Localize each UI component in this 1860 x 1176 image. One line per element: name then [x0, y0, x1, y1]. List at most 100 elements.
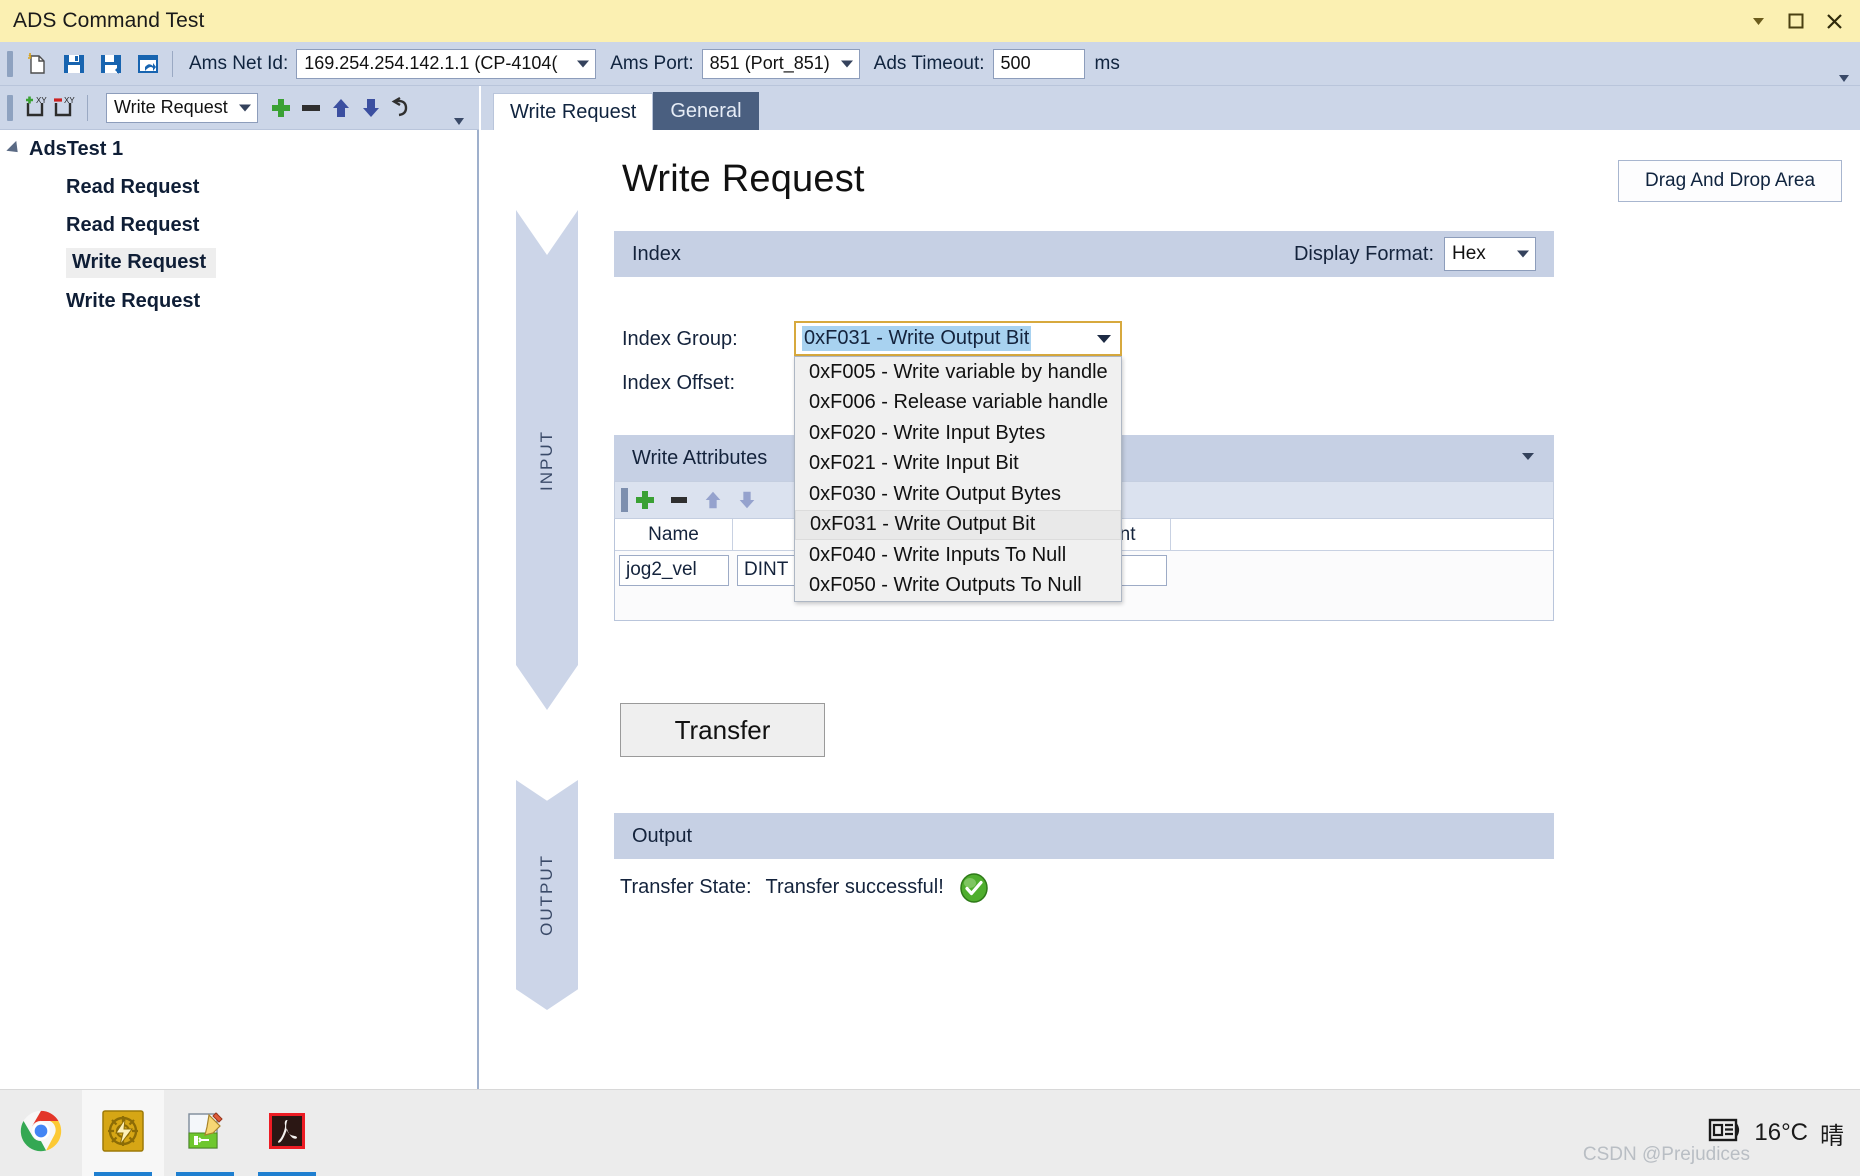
ams-net-id-label: Ams Net Id:: [189, 52, 289, 74]
dropdown-option-0xF031[interactable]: 0xF031 - Write Output Bit: [795, 509, 1121, 540]
move-up-button[interactable]: [326, 93, 356, 123]
dropdown-option-label: 0xF020 - Write Input Bytes: [809, 421, 1046, 444]
input-flow-marker: INPUT: [516, 210, 578, 710]
tree-item-label: Write Request: [66, 289, 201, 312]
chevron-down-icon: [1517, 250, 1529, 258]
save-as-icon[interactable]: [97, 50, 125, 78]
add-request-icon[interactable]: XY: [21, 94, 49, 122]
taskbar: 16°C 晴 CSDN @Prejudices: [0, 1089, 1860, 1176]
page-title: Write Request: [622, 158, 865, 200]
display-format-value: Hex: [1452, 243, 1486, 264]
drag-and-drop-area[interactable]: Drag And Drop Area: [1618, 160, 1842, 202]
file-actions: [13, 50, 162, 78]
weather-temperature[interactable]: 16°C: [1754, 1119, 1808, 1147]
save-icon[interactable]: [60, 50, 88, 78]
tree-item-read-request-2[interactable]: Read Request: [0, 206, 477, 244]
dropdown-option-0xF021[interactable]: 0xF021 - Write Input Bit: [795, 449, 1121, 480]
twincat-icon: [101, 1109, 145, 1158]
tree-root-label: AdsTest 1: [29, 137, 124, 160]
move-attribute-up-button[interactable]: [696, 485, 730, 515]
undo-button[interactable]: [386, 93, 416, 123]
ams-net-id-value: 169.254.254.142.1.1 (CP-4104(: [304, 53, 558, 73]
weather-condition[interactable]: 晴: [1820, 1116, 1844, 1151]
svg-text:XY: XY: [64, 96, 75, 105]
success-check-icon: [958, 872, 988, 903]
ams-net-id-combo[interactable]: 169.254.254.142.1.1 (CP-4104(: [296, 48, 597, 79]
index-section-title: Index: [632, 242, 681, 265]
taskbar-chrome[interactable]: [0, 1090, 82, 1176]
tab-strip: Write Request General: [481, 86, 1860, 131]
load-icon[interactable]: [134, 50, 162, 78]
taskbar-twincat[interactable]: [82, 1089, 164, 1176]
tree-root-node[interactable]: AdsTest 1: [0, 130, 477, 168]
dropdown-option-label: 0xF006 - Release variable handle: [809, 391, 1109, 414]
ads-timeout-input[interactable]: 500: [992, 48, 1085, 79]
notepad-editor-icon: [183, 1109, 227, 1158]
expand-collapse-icon[interactable]: [6, 140, 23, 158]
chevron-down-icon: [239, 104, 251, 111]
drag-and-drop-label: Drag And Drop Area: [1644, 170, 1816, 191]
chevron-down-icon: [577, 60, 590, 67]
grid-toolbar-grip[interactable]: [621, 488, 628, 512]
grid-header-extra: [1171, 519, 1553, 550]
request-type-value: Write Request: [114, 97, 228, 117]
transfer-state-row: Transfer State: Transfer successful!: [620, 872, 988, 903]
close-icon[interactable]: [1825, 12, 1844, 31]
add-button[interactable]: [266, 93, 296, 123]
tab-write-request[interactable]: Write Request: [493, 93, 654, 131]
dropdown-option-0xF040[interactable]: 0xF040 - Write Inputs To Null: [795, 540, 1121, 571]
window-title: ADS Command Test: [13, 9, 205, 32]
taskbar-acrobat[interactable]: [246, 1090, 328, 1176]
index-group-dropdown[interactable]: 0xF005 - Write variable by handle 0xF006…: [794, 356, 1122, 602]
remove-button[interactable]: [296, 93, 326, 123]
tree-item-label: Write Request: [66, 248, 217, 278]
grid-cell-name[interactable]: jog2_vel: [615, 554, 733, 586]
dropdown-option-0xF020[interactable]: 0xF020 - Write Input Bytes: [795, 418, 1121, 449]
tab-label: General: [670, 99, 742, 122]
remove-request-icon[interactable]: XY: [49, 94, 77, 122]
ads-timeout-value: 500: [1000, 53, 1031, 73]
display-format-combo[interactable]: Hex: [1444, 237, 1536, 271]
remove-attribute-button[interactable]: [662, 485, 696, 515]
title-bar: ADS Command Test: [0, 0, 1860, 42]
ads-timeout-unit: ms: [1094, 52, 1120, 74]
write-request-form: Write Request Drag And Drop Area INPUT O…: [481, 130, 1860, 1089]
move-down-button[interactable]: [356, 93, 386, 123]
add-attribute-button[interactable]: [628, 485, 662, 515]
transfer-button[interactable]: Transfer: [620, 703, 825, 757]
display-format-label: Display Format:: [1293, 242, 1434, 265]
transfer-button-label: Transfer: [674, 714, 771, 745]
tree-item-write-request-1[interactable]: Write Request: [0, 244, 477, 282]
move-attribute-down-button[interactable]: [730, 485, 764, 515]
dropdown-option-label: 0xF005 - Write variable by handle: [809, 360, 1108, 383]
maximize-icon[interactable]: [1787, 12, 1805, 30]
main-pane: Write Request General Write Request Drag…: [481, 86, 1860, 1089]
toolbar-overflow-icon[interactable]: [1836, 67, 1852, 85]
ams-port-combo[interactable]: 851 (Port_851): [701, 48, 860, 79]
dropdown-option-0xF050[interactable]: 0xF050 - Write Outputs To Null: [795, 571, 1121, 602]
write-attributes-collapse-icon[interactable]: [1520, 447, 1536, 470]
chevron-down-icon: [840, 60, 853, 67]
ams-port-value: 851 (Port_851): [709, 53, 830, 73]
adobe-acrobat-icon: [266, 1110, 308, 1157]
new-document-icon[interactable]: [23, 50, 51, 78]
tab-general[interactable]: General: [653, 92, 759, 130]
attribute-name-input[interactable]: jog2_vel: [619, 554, 729, 586]
list-toolbar-overflow-icon[interactable]: [451, 110, 467, 128]
taskbar-notepad[interactable]: [164, 1090, 246, 1176]
tree-item-read-request-1[interactable]: Read Request: [0, 168, 477, 206]
grid-header-name[interactable]: Name: [615, 519, 733, 550]
tree-item-write-request-2[interactable]: Write Request: [0, 282, 477, 320]
index-group-combo[interactable]: 0xF031 - Write Output Bit: [794, 321, 1122, 356]
index-group-value: 0xF031 - Write Output Bit: [802, 326, 1032, 351]
svg-text:XY: XY: [36, 96, 47, 105]
toolbar-grip-2[interactable]: [7, 94, 13, 121]
output-flow-marker: OUTPUT: [516, 780, 578, 1010]
dropdown-option-0xF006[interactable]: 0xF006 - Release variable handle: [795, 388, 1121, 419]
chevron-down-icon: [1097, 334, 1111, 343]
dropdown-option-0xF030[interactable]: 0xF030 - Write Output Bytes: [795, 479, 1121, 510]
request-type-combo[interactable]: Write Request: [106, 92, 258, 123]
dropdown-option-0xF005[interactable]: 0xF005 - Write variable by handle: [795, 357, 1121, 388]
chevron-down-icon[interactable]: [1750, 13, 1767, 30]
index-group-label: Index Group:: [622, 328, 738, 350]
